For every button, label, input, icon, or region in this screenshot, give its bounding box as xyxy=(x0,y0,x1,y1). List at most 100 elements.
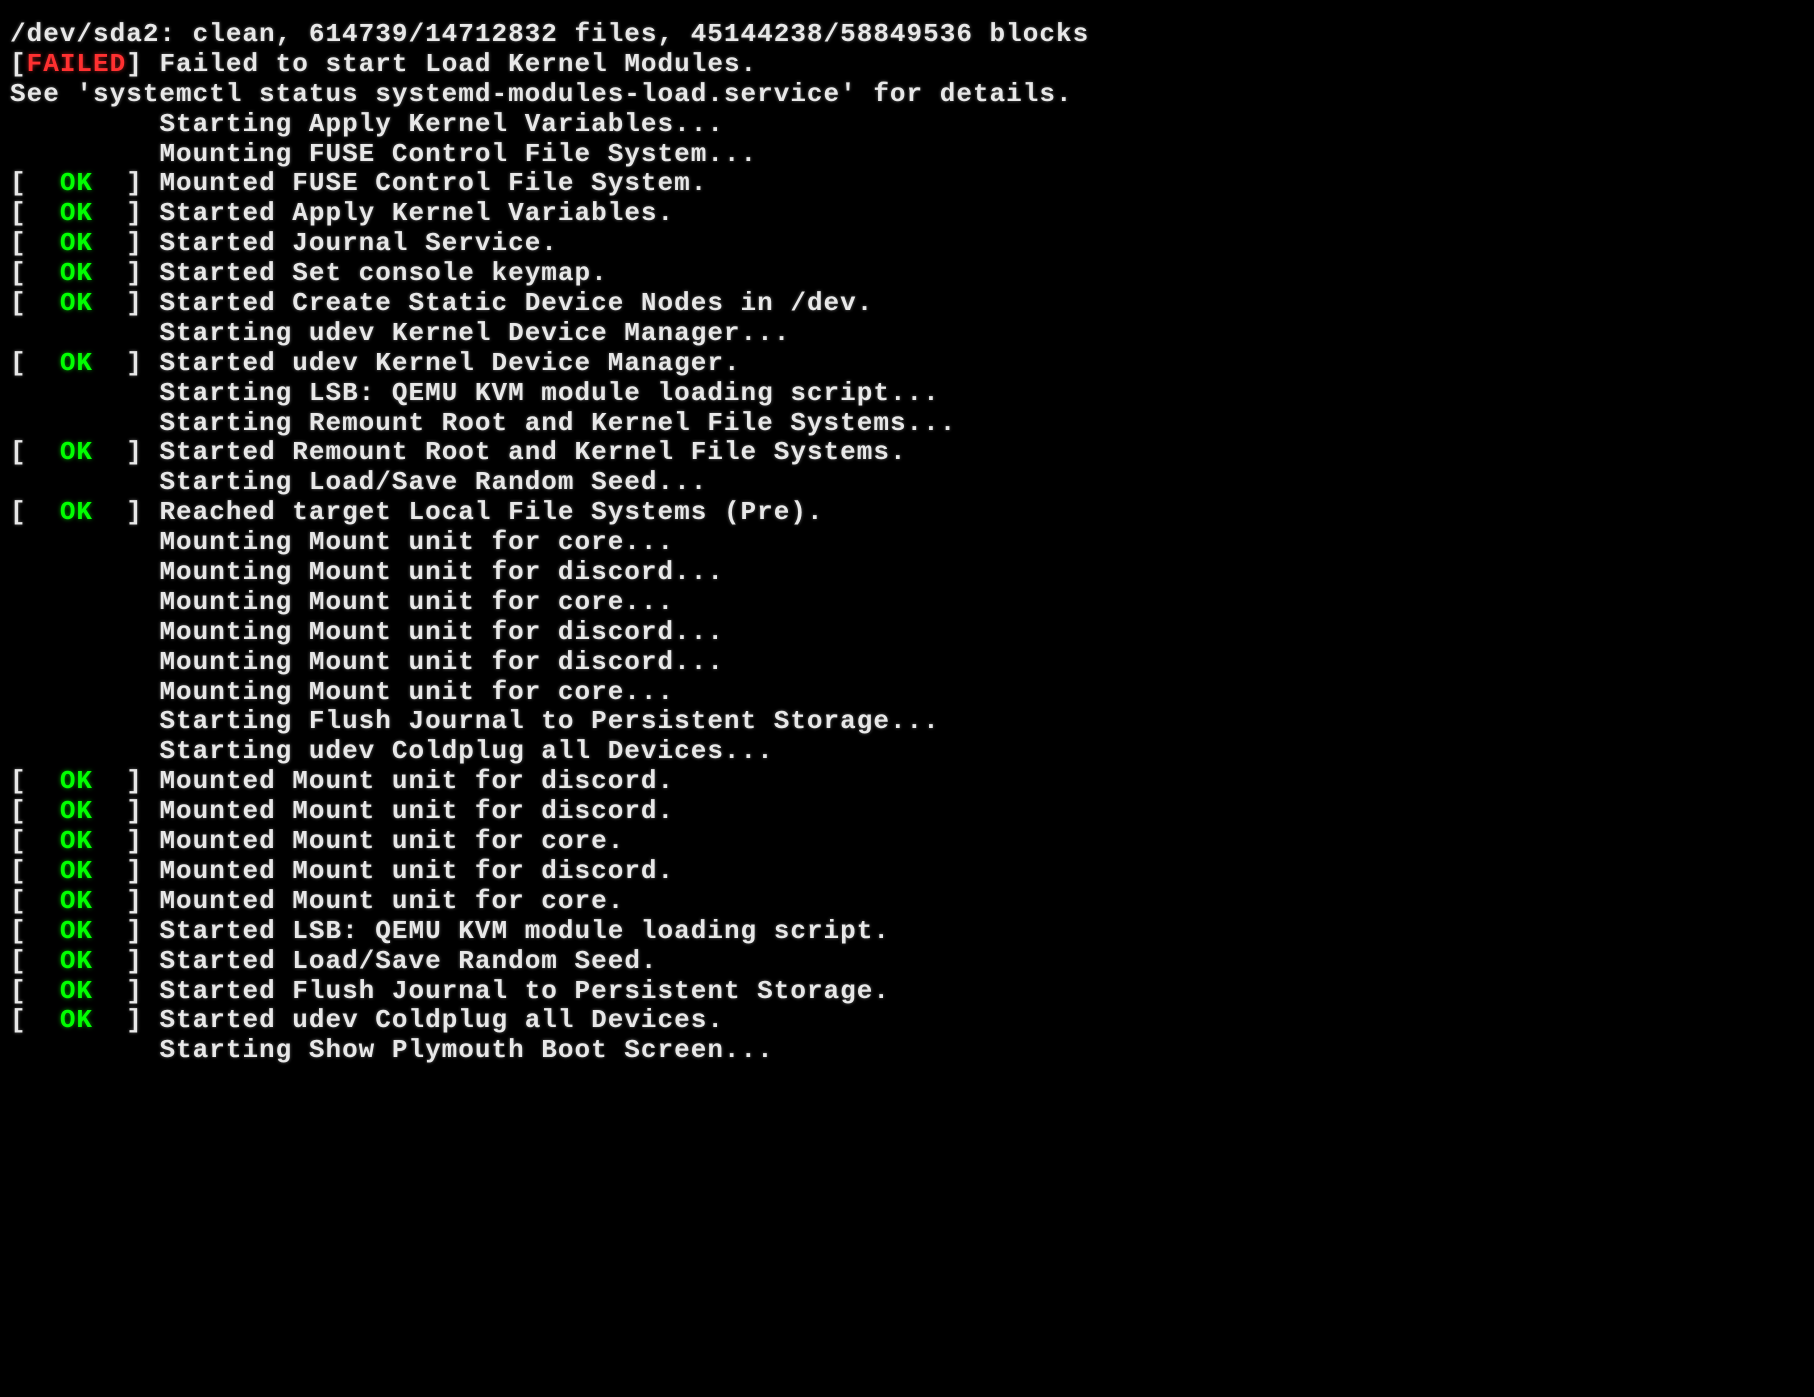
status-bracket: ] xyxy=(93,168,159,198)
status-bracket: ] xyxy=(93,288,159,318)
status-bracket: [ xyxy=(10,916,60,946)
status-bracket: ] xyxy=(93,826,159,856)
boot-message: Started Apply Kernel Variables. xyxy=(159,198,674,228)
status-bracket: ] xyxy=(93,886,159,916)
status-bracket: [ xyxy=(10,886,60,916)
boot-message: Mounted Mount unit for discord. xyxy=(159,796,674,826)
boot-line: [ OK ] Started udev Coldplug all Devices… xyxy=(10,1006,1804,1036)
boot-console: /dev/sda2: clean, 614739/14712832 files,… xyxy=(10,20,1804,1066)
status-bracket: [ xyxy=(10,766,60,796)
boot-line: Mounting Mount unit for core... xyxy=(10,528,1804,558)
status-ok: OK xyxy=(60,826,93,856)
boot-line: Mounting Mount unit for discord... xyxy=(10,648,1804,678)
status-bracket: ] xyxy=(93,497,159,527)
boot-line: Starting udev Coldplug all Devices... xyxy=(10,737,1804,767)
boot-message: Starting Flush Journal to Persistent Sto… xyxy=(159,706,939,736)
boot-message: Started Flush Journal to Persistent Stor… xyxy=(159,976,890,1006)
boot-line: Starting Remount Root and Kernel File Sy… xyxy=(10,409,1804,439)
boot-message: Started Load/Save Random Seed. xyxy=(159,946,657,976)
boot-message: Started LSB: QEMU KVM module loading scr… xyxy=(159,916,890,946)
boot-line: [ OK ] Started Journal Service. xyxy=(10,229,1804,259)
boot-line: Mounting FUSE Control File System... xyxy=(10,140,1804,170)
boot-line: [ OK ] Started Flush Journal to Persiste… xyxy=(10,977,1804,1007)
boot-line: [ OK ] Reached target Local File Systems… xyxy=(10,498,1804,528)
boot-message: Mounted FUSE Control File System. xyxy=(159,168,707,198)
boot-message: Starting udev Coldplug all Devices... xyxy=(159,736,773,766)
boot-line: [ OK ] Mounted Mount unit for discord. xyxy=(10,767,1804,797)
boot-line: [ OK ] Started Remount Root and Kernel F… xyxy=(10,438,1804,468)
boot-line: [ OK ] Mounted FUSE Control File System. xyxy=(10,169,1804,199)
boot-line: [ OK ] Started Set console keymap. xyxy=(10,259,1804,289)
status-bracket: ] xyxy=(93,348,159,378)
boot-message: Mounting Mount unit for discord... xyxy=(159,557,724,587)
boot-line: [ OK ] Started Load/Save Random Seed. xyxy=(10,947,1804,977)
status-bracket: [ xyxy=(10,497,60,527)
status-ok: OK xyxy=(60,288,93,318)
status-bracket: ] xyxy=(93,198,159,228)
boot-line: [ OK ] Mounted Mount unit for core. xyxy=(10,827,1804,857)
status-bracket: ] xyxy=(93,796,159,826)
status-bracket: [ xyxy=(10,796,60,826)
status-bracket: [ xyxy=(10,258,60,288)
status-bracket: ] xyxy=(93,258,159,288)
boot-line: Starting udev Kernel Device Manager... xyxy=(10,319,1804,349)
status-ok: OK xyxy=(60,856,93,886)
boot-line: Starting Flush Journal to Persistent Sto… xyxy=(10,707,1804,737)
boot-line: /dev/sda2: clean, 614739/14712832 files,… xyxy=(10,20,1804,50)
status-ok: OK xyxy=(60,946,93,976)
boot-line: [FAILED] Failed to start Load Kernel Mod… xyxy=(10,50,1804,80)
status-bracket: ] xyxy=(93,437,159,467)
status-bracket: ] xyxy=(93,976,159,1006)
boot-line: See 'systemctl status systemd-modules-lo… xyxy=(10,80,1804,110)
boot-message: Mounted Mount unit for core. xyxy=(159,826,624,856)
status-bracket: [ xyxy=(10,198,60,228)
boot-message: Mounting Mount unit for core... xyxy=(159,677,674,707)
boot-line: Starting Load/Save Random Seed... xyxy=(10,468,1804,498)
status-bracket: [ xyxy=(10,228,60,258)
boot-message: Started Create Static Device Nodes in /d… xyxy=(159,288,873,318)
boot-message: Starting Show Plymouth Boot Screen... xyxy=(159,1035,773,1065)
boot-line: [ OK ] Started Apply Kernel Variables. xyxy=(10,199,1804,229)
status-bracket: ] xyxy=(93,856,159,886)
status-bracket: ] xyxy=(93,946,159,976)
boot-message: Reached target Local File Systems (Pre). xyxy=(159,497,823,527)
boot-message: Starting udev Kernel Device Manager... xyxy=(159,318,790,348)
status-ok: OK xyxy=(60,198,93,228)
boot-line: Mounting Mount unit for core... xyxy=(10,588,1804,618)
boot-message: Mounting Mount unit for core... xyxy=(159,527,674,557)
status-bracket: [ xyxy=(10,1005,60,1035)
status-ok: OK xyxy=(60,348,93,378)
boot-line: Starting LSB: QEMU KVM module loading sc… xyxy=(10,379,1804,409)
boot-message: Failed to start Load Kernel Modules. xyxy=(159,49,757,79)
boot-line: Starting Apply Kernel Variables... xyxy=(10,110,1804,140)
status-ok: OK xyxy=(60,258,93,288)
boot-message: Mounted Mount unit for discord. xyxy=(159,766,674,796)
boot-message: /dev/sda2: clean, 614739/14712832 files,… xyxy=(10,19,1089,49)
status-bracket: [ xyxy=(10,437,60,467)
boot-message: Mounting Mount unit for discord... xyxy=(159,617,724,647)
boot-message: Started Journal Service. xyxy=(159,228,557,258)
boot-message: Mounted Mount unit for discord. xyxy=(159,856,674,886)
status-ok: OK xyxy=(60,796,93,826)
boot-line: Starting Show Plymouth Boot Screen... xyxy=(10,1036,1804,1066)
status-bracket: [ xyxy=(10,856,60,886)
boot-line: Mounting Mount unit for discord... xyxy=(10,558,1804,588)
boot-message: Mounting Mount unit for discord... xyxy=(159,647,724,677)
status-bracket: [ xyxy=(10,168,60,198)
boot-message: Started Set console keymap. xyxy=(159,258,607,288)
boot-line: [ OK ] Mounted Mount unit for core. xyxy=(10,887,1804,917)
boot-message: Mounting FUSE Control File System... xyxy=(159,139,757,169)
status-bracket: [ xyxy=(10,348,60,378)
status-bracket: ] xyxy=(126,49,159,79)
status-bracket: [ xyxy=(10,976,60,1006)
status-bracket: ] xyxy=(93,916,159,946)
status-bracket: ] xyxy=(93,766,159,796)
boot-line: [ OK ] Mounted Mount unit for discord. xyxy=(10,857,1804,887)
boot-line: Mounting Mount unit for discord... xyxy=(10,618,1804,648)
status-ok: OK xyxy=(60,228,93,258)
boot-message: Starting Load/Save Random Seed... xyxy=(159,467,707,497)
status-ok: OK xyxy=(60,168,93,198)
status-ok: OK xyxy=(60,437,93,467)
boot-message: Started udev Kernel Device Manager. xyxy=(159,348,740,378)
boot-message: Started udev Coldplug all Devices. xyxy=(159,1005,724,1035)
